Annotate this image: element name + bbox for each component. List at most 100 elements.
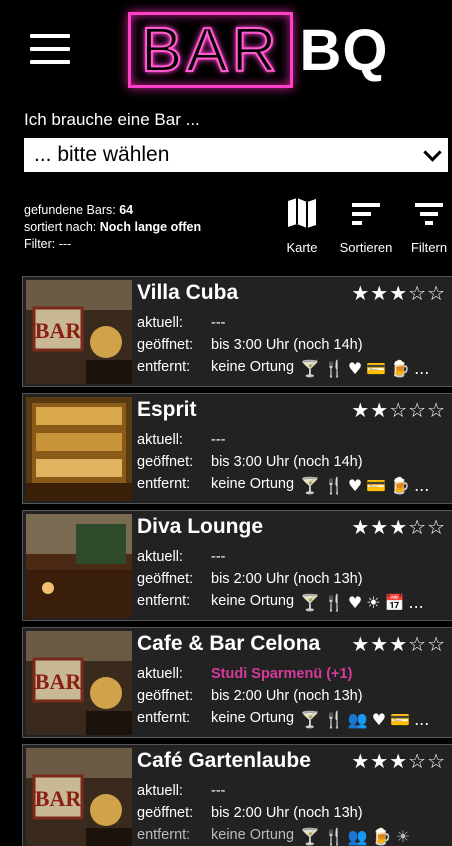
filter-label: Filter: [24, 237, 56, 251]
amenity-icons: 🍸 🍴 ♥ ☀ 📅... [300, 593, 428, 612]
heart-icon: ♥ [347, 359, 363, 378]
open-value: bis 2:00 Uhr (noch 13h) [211, 805, 363, 821]
filter-value: --- [58, 237, 72, 251]
bar-name: Cafe & Bar Celona [137, 632, 321, 655]
distance-value: keine Ortung [211, 476, 295, 492]
cocktail-icon: 🍸 [300, 593, 320, 612]
card-icon: 💳 [366, 476, 387, 495]
current-label: aktuell: [137, 549, 183, 565]
distance-value: keine Ortung [211, 827, 295, 843]
map-button[interactable]: Karte [280, 195, 324, 255]
open-label: geöffnet: [137, 571, 194, 587]
open-value: bis 3:00 Uhr (noch 14h) [211, 337, 363, 353]
open-label: geöffnet: [137, 337, 194, 353]
bar-card[interactable]: BAR Villa Cuba ★★★☆☆ aktuell: --- geöffne… [22, 276, 452, 387]
cocktail-icon: 🍸 [300, 476, 320, 495]
distance-label: entfernt: [137, 593, 191, 609]
amenity-icons: 🍸 🍴 👥 🍺 ☀ [300, 827, 414, 846]
sort-label-text: Sortieren [339, 240, 393, 255]
map-icon [288, 198, 316, 228]
logo-bar-text: BAR [128, 12, 294, 88]
map-label: Karte [286, 240, 318, 255]
distance-value: keine Ortung [211, 359, 295, 375]
beer-icon: 🍺 [371, 827, 392, 846]
chevron-down-icon [426, 148, 440, 162]
bar-name: Villa Cuba [137, 281, 239, 304]
cocktail-icon: 🍸 [300, 710, 320, 729]
svg-text:BAR: BAR [35, 669, 83, 694]
heart-icon: ♥ [347, 476, 363, 495]
select-value: ... bitte wählen [34, 143, 170, 166]
sort-icon [352, 203, 380, 225]
bar-name: Café Gartenlaube [137, 749, 311, 772]
cocktail-icon: 🍸 [300, 359, 320, 378]
distance-label: entfernt: [137, 359, 191, 375]
bar-thumbnail: BAR [26, 280, 132, 384]
amenity-icons: 🍸 🍴 👥 ♥ 💳... [300, 710, 433, 729]
current-value: --- [211, 432, 226, 448]
more-ellipsis: ... [414, 710, 430, 729]
open-value: bis 2:00 Uhr (noch 13h) [211, 571, 363, 587]
heart-icon: ♥ [347, 593, 363, 612]
bar-card[interactable]: Diva Lounge ★★★☆☆ aktuell: --- geöffnet: b… [22, 510, 452, 621]
bar-thumbnail [26, 397, 132, 501]
current-label: aktuell: [137, 666, 183, 682]
cutlery-icon: 🍴 [323, 359, 344, 378]
heart-icon: ♥ [371, 710, 387, 729]
beer-icon: 🍺 [390, 476, 411, 495]
filter-button[interactable]: Filtern [406, 195, 452, 255]
more-ellipsis: ... [408, 593, 424, 612]
bar-list: BAR Villa Cuba ★★★☆☆ aktuell: --- geöffne… [22, 276, 452, 846]
bar-card[interactable]: BAR Café Gartenlaube ★★★☆☆ aktuell: --- g… [22, 744, 452, 846]
open-label: geöffnet: [137, 805, 194, 821]
found-count: 64 [119, 203, 134, 217]
calendar-icon: 📅 [384, 593, 405, 612]
current-promo: Studi Sparmenü (+1) [211, 666, 353, 682]
current-value: --- [211, 315, 226, 331]
svg-text:BAR: BAR [35, 786, 83, 811]
svg-text:BAR: BAR [35, 318, 83, 343]
bar-name: Diva Lounge [137, 515, 264, 538]
current-label: aktuell: [137, 783, 183, 799]
card-icon: 💳 [366, 359, 387, 378]
rating-stars: ★★★☆☆ [351, 281, 446, 305]
amenity-icons: 🍸 🍴 ♥ 💳 🍺... [300, 476, 433, 495]
open-value: bis 2:00 Uhr (noch 13h) [211, 688, 363, 704]
filter-label-text: Filtern [410, 240, 448, 255]
filter-icon [415, 203, 443, 225]
result-info: gefundene Bars: 64 sortiert nach: Noch l… [24, 202, 201, 253]
bar-card[interactable]: Esprit ★★☆☆☆ aktuell: --- geöffnet: bis 3:… [22, 393, 452, 504]
current-label: aktuell: [137, 315, 183, 331]
rating-stars: ★★★☆☆ [351, 515, 446, 539]
sort-button[interactable]: Sortieren [334, 195, 398, 255]
current-label: aktuell: [137, 432, 183, 448]
bar-thumbnail: BAR [26, 631, 132, 735]
menu-icon[interactable] [30, 34, 70, 64]
cutlery-icon: 🍴 [323, 476, 344, 495]
current-value: --- [211, 783, 226, 799]
cutlery-icon: 🍴 [323, 593, 344, 612]
rating-stars: ★★★☆☆ [351, 749, 446, 773]
sun-icon: ☀ [366, 593, 381, 612]
more-ellipsis: ... [414, 476, 430, 495]
group-icon: 👥 [347, 827, 368, 846]
distance-label: entfernt: [137, 710, 191, 726]
rating-stars: ★★☆☆☆ [351, 398, 446, 422]
card-icon: 💳 [390, 710, 411, 729]
sun-icon: ☀ [395, 827, 411, 846]
distance-label: entfernt: [137, 827, 191, 843]
bar-type-select[interactable]: ... bitte wählen [24, 138, 448, 172]
app-logo: BAR BQ [128, 10, 388, 90]
open-label: geöffnet: [137, 688, 194, 704]
cutlery-icon: 🍴 [323, 827, 344, 846]
bar-card[interactable]: BAR Cafe & Bar Celona ★★★☆☆ aktuell: Stud… [22, 627, 452, 738]
bar-thumbnail: BAR [26, 748, 132, 846]
open-label: geöffnet: [137, 454, 194, 470]
rating-stars: ★★★☆☆ [351, 632, 446, 656]
distance-value: keine Ortung [211, 593, 295, 609]
group-icon: 👥 [347, 710, 368, 729]
bar-thumbnail [26, 514, 132, 618]
distance-value: keine Ortung [211, 710, 295, 726]
current-value: --- [211, 549, 226, 565]
cutlery-icon: 🍴 [323, 710, 344, 729]
